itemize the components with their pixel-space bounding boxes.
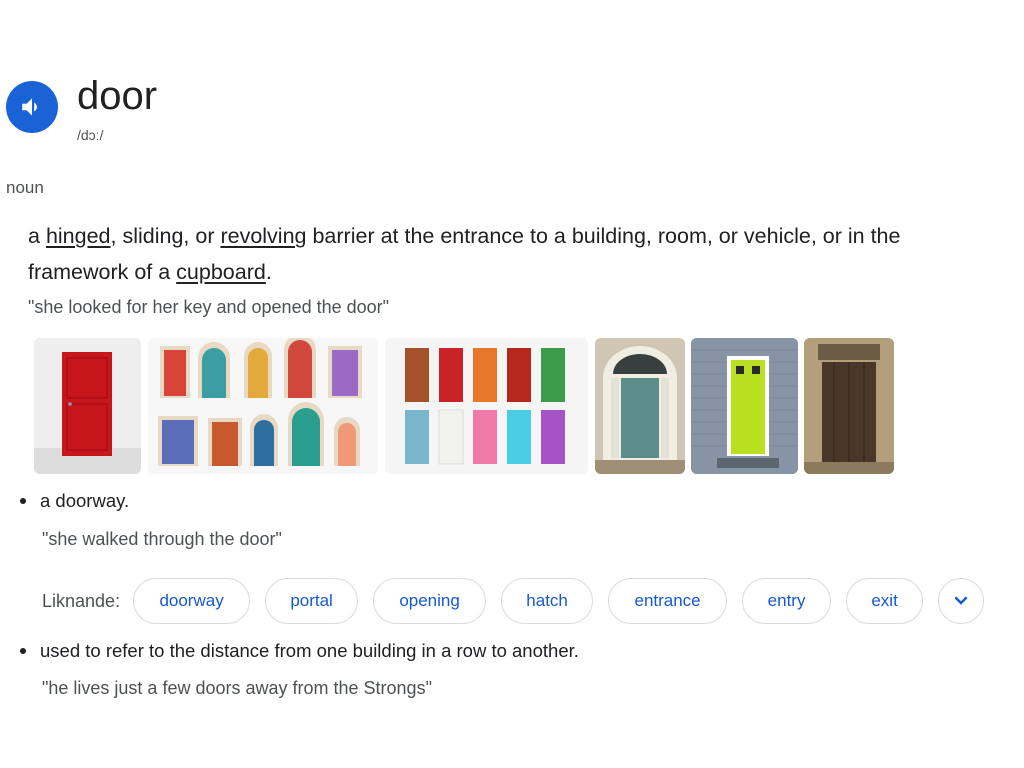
sense-2-example: "she walked through the door" [42, 529, 282, 549]
definition-main: a hinged, sliding, or revolving barrier … [28, 218, 1003, 290]
door-image-lime[interactable] [691, 338, 798, 474]
synonym-chip-entry[interactable]: entry [742, 578, 832, 624]
pronunciation-text: /dɔː/ [77, 127, 104, 143]
door-image-illustrations[interactable] [148, 338, 378, 474]
door-image-brown[interactable] [804, 338, 894, 474]
definition-link-hinged[interactable]: hinged [46, 224, 111, 248]
definition-link-revolving[interactable]: revolving [220, 224, 306, 248]
sense-3-text: used to refer to the distance from one b… [40, 640, 579, 661]
definition-text: a [28, 224, 46, 248]
door-image-red[interactable] [34, 338, 141, 474]
definition-text: , sliding, or [110, 224, 221, 248]
sense-2-text: a doorway. [40, 490, 130, 511]
door-image-lime-graphic [691, 338, 798, 474]
sense-3-example: "he lives just a few doors away from the… [42, 678, 432, 698]
more-synonyms-button[interactable] [938, 578, 985, 624]
door-image-brown-graphic [804, 338, 894, 474]
door-image-illustrations-graphic [148, 338, 378, 474]
headword: door [77, 74, 158, 118]
synonym-chip-portal[interactable]: portal [265, 578, 359, 624]
sense-3: used to refer to the distance from one b… [20, 640, 579, 662]
synonym-chip-doorway[interactable]: doorway [133, 578, 251, 624]
synonym-chip-hatch[interactable]: hatch [501, 578, 594, 624]
synonym-chip-exit[interactable]: exit [846, 578, 924, 624]
door-image-red-graphic [34, 338, 141, 474]
definition-text: . [265, 260, 272, 284]
synonyms-row: Liknande: doorway portal opening hatch e… [42, 576, 985, 626]
synonyms-label: Liknande: [42, 590, 121, 611]
synonym-chip-opening[interactable]: opening [373, 578, 487, 624]
door-image-teal-arch-graphic [595, 338, 685, 474]
speaker-icon [22, 98, 37, 116]
bullet [20, 648, 26, 654]
bullet [20, 498, 26, 504]
definition-example: "she looked for her key and opened the d… [28, 297, 390, 317]
sense-2: a doorway. [20, 490, 129, 512]
door-image-teal-arch[interactable] [595, 338, 685, 474]
pronunciation-audio-button[interactable] [6, 81, 58, 133]
chevron-down-icon [954, 596, 968, 605]
door-image-colored-grid-graphic [385, 338, 588, 474]
definition-link-cupboard[interactable]: cupboard [176, 260, 266, 284]
synonym-chip-entrance[interactable]: entrance [608, 578, 728, 624]
door-image-colored-grid[interactable] [385, 338, 588, 474]
part-of-speech: noun [6, 178, 44, 197]
